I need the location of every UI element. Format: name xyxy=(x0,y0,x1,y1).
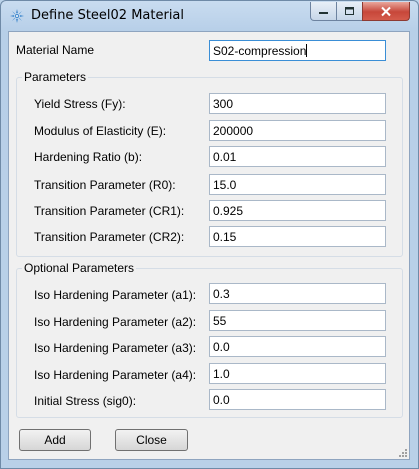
initial-stress-label: Initial Stress (sig0): xyxy=(34,394,137,408)
minimize-icon xyxy=(319,12,328,14)
window-title: Define Steel02 Material xyxy=(31,8,185,23)
title-bar[interactable]: Define Steel02 Material xyxy=(1,1,418,31)
transition-cr1-label: Transition Parameter (CR1): xyxy=(34,204,185,218)
transition-cr2-input[interactable]: 0.15 xyxy=(209,226,386,247)
dialog-window: Define Steel02 Material Material Name S0… xyxy=(0,0,419,469)
add-button[interactable]: Add xyxy=(19,429,91,451)
modulus-label: Modulus of Elasticity (E): xyxy=(34,124,167,138)
iso-a3-input[interactable]: 0.0 xyxy=(209,336,386,357)
optional-parameters-group-title: Optional Parameters xyxy=(22,261,137,275)
close-icon xyxy=(381,6,391,16)
transition-r0-input[interactable]: 15.0 xyxy=(209,174,386,195)
material-name-input[interactable]: S02-compression xyxy=(209,40,386,61)
maximize-icon xyxy=(345,7,354,15)
minimize-button[interactable] xyxy=(310,2,337,21)
parameters-group-title: Parameters xyxy=(22,70,89,84)
material-name-value: S02-compression xyxy=(213,44,307,58)
initial-stress-input[interactable]: 0.0 xyxy=(209,389,386,410)
transition-cr2-label: Transition Parameter (CR2): xyxy=(34,230,185,244)
modulus-input[interactable]: 200000 xyxy=(209,120,386,141)
iso-a3-label: Iso Hardening Parameter (a3): xyxy=(34,341,197,355)
app-icon xyxy=(10,9,24,23)
yield-stress-label: Yield Stress (Fy): xyxy=(34,97,126,111)
iso-a4-label: Iso Hardening Parameter (a4): xyxy=(34,368,197,382)
iso-a1-label: Iso Hardening Parameter (a1): xyxy=(34,288,197,302)
transition-cr1-input[interactable]: 0.925 xyxy=(209,200,386,221)
iso-a2-label: Iso Hardening Parameter (a2): xyxy=(34,315,197,329)
resize-grip-icon[interactable] xyxy=(397,447,407,457)
text-caret xyxy=(306,44,308,57)
transition-r0-label: Transition Parameter (R0): xyxy=(34,178,176,192)
hardening-ratio-input[interactable]: 0.01 xyxy=(209,146,386,167)
iso-a4-input[interactable]: 1.0 xyxy=(209,363,386,384)
yield-stress-input[interactable]: 300 xyxy=(209,93,386,114)
iso-a1-input[interactable]: 0.3 xyxy=(209,283,386,304)
iso-a2-input[interactable]: 55 xyxy=(209,310,386,331)
dialog-body: Material Name S02-compression Parameters… xyxy=(8,31,410,460)
hardening-ratio-label: Hardening Ratio (b): xyxy=(34,150,143,164)
close-button[interactable]: Close xyxy=(115,429,188,451)
material-name-label: Material Name xyxy=(16,43,95,57)
close-window-button[interactable] xyxy=(362,2,410,21)
maximize-button[interactable] xyxy=(336,2,363,21)
